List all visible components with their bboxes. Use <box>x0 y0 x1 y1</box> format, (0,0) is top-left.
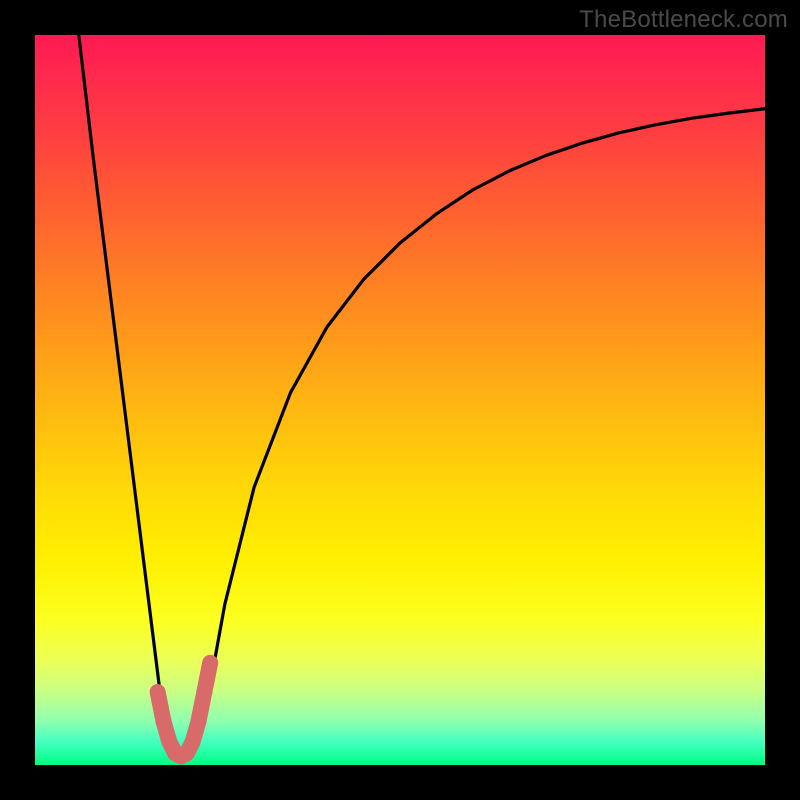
watermark-text: TheBottleneck.com <box>579 6 788 34</box>
bottleneck-curve <box>35 35 765 765</box>
optimal-marker-segment <box>204 663 210 692</box>
plot-area <box>35 35 765 765</box>
curve-path <box>79 35 765 754</box>
chart-frame: TheBottleneck.com <box>0 0 800 800</box>
